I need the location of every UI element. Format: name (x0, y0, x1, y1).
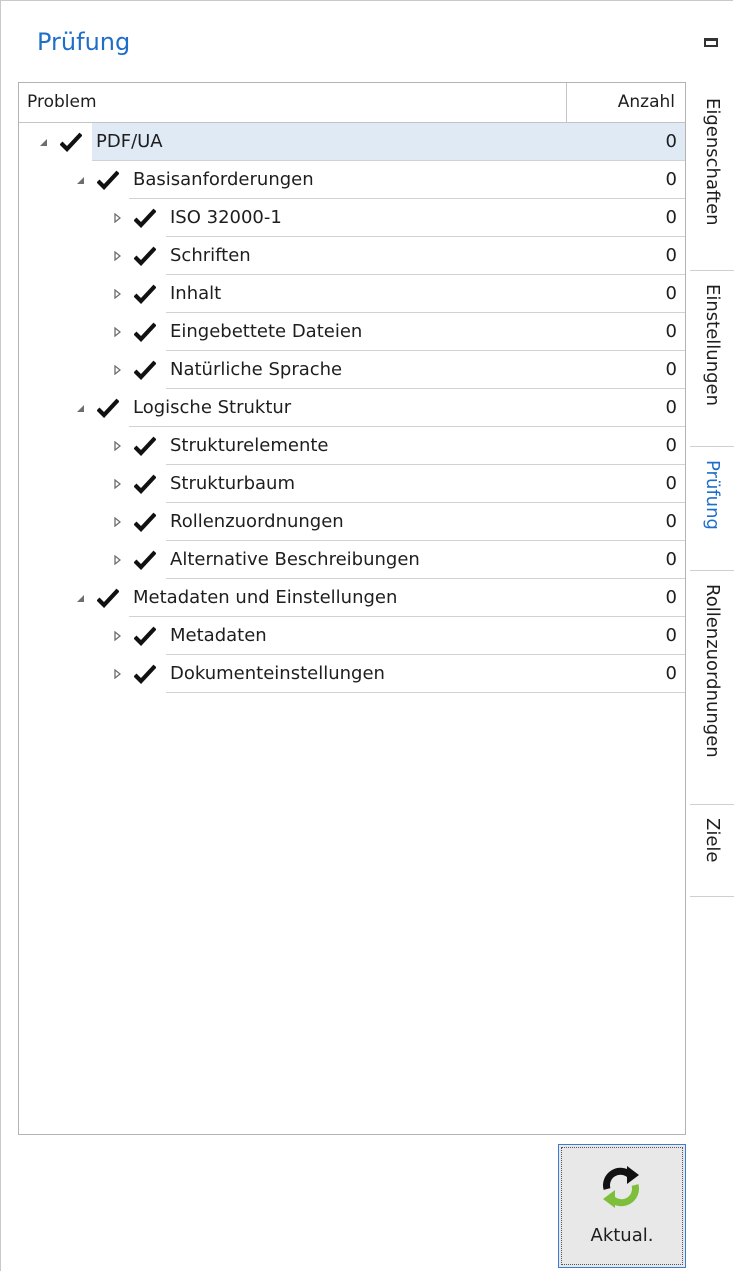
tree-row-label: Strukturelemente (170, 435, 329, 456)
checkmark-icon (134, 436, 156, 456)
tree-row-count: 0 (665, 169, 677, 190)
expand-triangle-icon[interactable] (110, 351, 124, 389)
tree-row-label: Dokumenteinstellungen (170, 663, 385, 684)
tree-row-label: Metadaten (170, 625, 267, 646)
tree-row-label: Strukturbaum (170, 473, 295, 494)
panel-title: Prüfung (37, 28, 131, 56)
tree-row[interactable]: Inhalt 0 (19, 275, 685, 313)
refresh-button-label: Aktual. (590, 1225, 654, 1246)
tree-row[interactable]: Schriften 0 (19, 237, 685, 275)
row-divider (166, 692, 685, 693)
checkmark-icon (134, 322, 156, 342)
tree-row-count: 0 (665, 587, 677, 608)
side-tab-label: Rollenzuordnungen (702, 584, 723, 758)
row-highlight (166, 275, 685, 312)
side-tab[interactable]: Rollenzuordnungen (690, 570, 734, 805)
tree-row[interactable]: Strukturelemente 0 (19, 427, 685, 465)
tree-row[interactable]: Basisanforderungen 0 (19, 161, 685, 199)
tree-row-label: PDF/UA (96, 131, 163, 152)
expand-triangle-icon[interactable] (110, 541, 124, 579)
collapse-triangle-icon[interactable] (73, 579, 87, 617)
tree-row-label: Metadaten und Einstellungen (133, 587, 398, 608)
row-highlight (92, 123, 685, 160)
side-tab[interactable]: Einstellungen (690, 270, 734, 447)
tree-row-label: Alternative Beschreibungen (170, 549, 420, 570)
side-tab[interactable]: Ziele (690, 804, 734, 897)
tree-row-label: Eingebettete Dateien (170, 321, 363, 342)
side-tab-label: Eigenschaften (702, 98, 723, 226)
tree-row-label: Logische Struktur (133, 397, 292, 418)
validation-tree[interactable]: Problem Anzahl PDF/UA 0 Basisanforderungen… (18, 82, 686, 1135)
expand-triangle-icon[interactable] (110, 199, 124, 237)
checkmark-icon (134, 550, 156, 570)
tree-row[interactable]: Dokumenteinstellungen 0 (19, 655, 685, 693)
tree-row-count: 0 (665, 207, 677, 228)
tree-row-count: 0 (665, 245, 677, 266)
expand-triangle-icon[interactable] (110, 427, 124, 465)
tree-row-count: 0 (665, 321, 677, 342)
side-tab-label: Ziele (702, 818, 723, 863)
tree-row[interactable]: ISO 32000-1 0 (19, 199, 685, 237)
tree-row[interactable]: Alternative Beschreibungen 0 (19, 541, 685, 579)
expand-triangle-icon[interactable] (110, 503, 124, 541)
tree-row[interactable]: Metadaten und Einstellungen 0 (19, 579, 685, 617)
collapse-triangle-icon[interactable] (73, 389, 87, 427)
column-header-problem[interactable]: Problem (27, 92, 97, 112)
checkmark-icon (134, 474, 156, 494)
checkmark-icon (134, 208, 156, 228)
tree-row-label: Schriften (170, 245, 251, 266)
side-tab[interactable]: Prüfung (690, 446, 734, 571)
checkmark-icon (134, 360, 156, 380)
collapse-triangle-icon[interactable] (36, 123, 50, 161)
checkmark-icon (134, 512, 156, 532)
checkmark-icon (97, 170, 119, 190)
checkmark-icon (60, 132, 82, 152)
checkmark-icon (97, 588, 119, 608)
expand-triangle-icon[interactable] (110, 617, 124, 655)
tree-row-label: Inhalt (170, 283, 222, 304)
expand-triangle-icon[interactable] (110, 465, 124, 503)
tree-row-count: 0 (665, 511, 677, 532)
column-header-count[interactable]: Anzahl (618, 92, 675, 112)
expand-triangle-icon[interactable] (110, 237, 124, 275)
side-tab-label: Einstellungen (702, 284, 723, 407)
checkmark-icon (97, 398, 119, 418)
tree-row-count: 0 (665, 131, 677, 152)
tree-row-label: ISO 32000-1 (170, 207, 282, 228)
checkmark-icon (134, 246, 156, 266)
tree-row-count: 0 (665, 473, 677, 494)
checkmark-icon (134, 664, 156, 684)
refresh-button[interactable]: Aktual. (558, 1144, 686, 1268)
tree-row-count: 0 (665, 549, 677, 570)
tree-row-label: Rollenzuordnungen (170, 511, 344, 532)
tree-header: Problem Anzahl (19, 83, 685, 123)
checkmark-icon (134, 284, 156, 304)
restore-window-icon[interactable] (704, 38, 718, 47)
tree-row[interactable]: Logische Struktur 0 (19, 389, 685, 427)
tree-row[interactable]: Eingebettete Dateien 0 (19, 313, 685, 351)
tree-row-label: Basisanforderungen (133, 169, 314, 190)
expand-triangle-icon[interactable] (110, 313, 124, 351)
tree-row-count: 0 (665, 283, 677, 304)
tree-row[interactable]: Strukturbaum 0 (19, 465, 685, 503)
expand-triangle-icon[interactable] (110, 275, 124, 313)
tree-row-count: 0 (665, 397, 677, 418)
tree-row[interactable]: Rollenzuordnungen 0 (19, 503, 685, 541)
refresh-icon (603, 1166, 639, 1208)
tree-row-count: 0 (665, 663, 677, 684)
side-tab[interactable]: Eigenschaften (690, 84, 734, 271)
tree-row-count: 0 (665, 359, 677, 380)
tree-row[interactable]: PDF/UA 0 (19, 123, 685, 161)
tree-row-count: 0 (665, 625, 677, 646)
tree-row-label: Natürliche Sprache (170, 359, 343, 380)
column-divider[interactable] (566, 83, 567, 122)
tree-row[interactable]: Metadaten 0 (19, 617, 685, 655)
side-tab-label: Prüfung (702, 460, 723, 530)
checkmark-icon (134, 626, 156, 646)
expand-triangle-icon[interactable] (110, 655, 124, 693)
collapse-triangle-icon[interactable] (73, 161, 87, 199)
tree-row[interactable]: Natürliche Sprache 0 (19, 351, 685, 389)
tree-row-count: 0 (665, 435, 677, 456)
